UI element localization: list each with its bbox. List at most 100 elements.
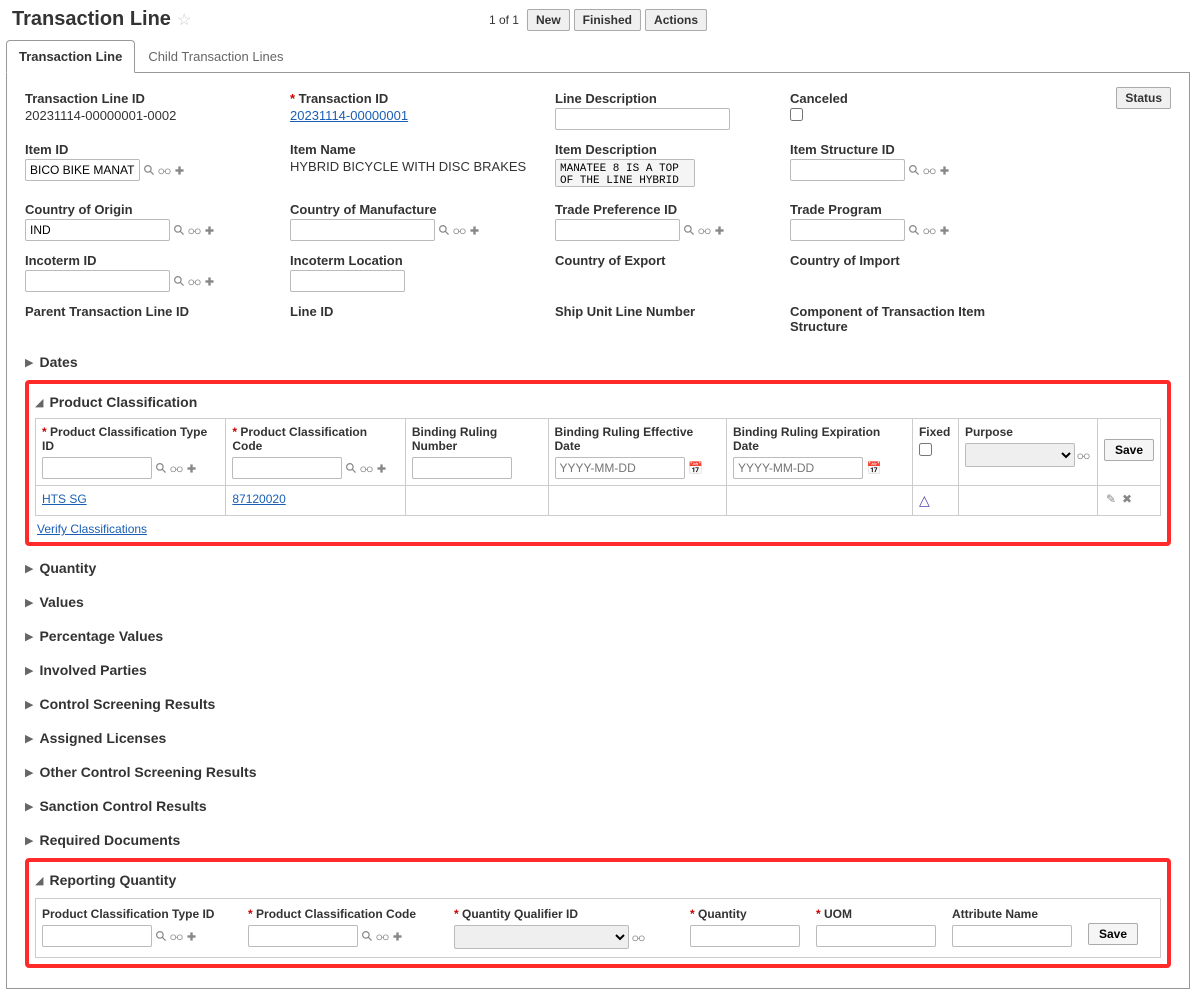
new-button[interactable]: New	[527, 9, 570, 31]
section-values[interactable]: ▶Values	[25, 590, 1171, 614]
collapse-icon: ▶	[25, 664, 33, 677]
plus-icon[interactable]	[937, 223, 951, 237]
glasses-icon[interactable]	[169, 461, 183, 475]
pc-expdate-input[interactable]	[733, 457, 863, 479]
pc-row-code-link[interactable]: 87120020	[232, 492, 285, 506]
verify-classifications-link[interactable]: Verify Classifications	[37, 522, 147, 536]
calendar-icon[interactable]: 📅	[689, 461, 703, 475]
item-desc-input[interactable]: MANATEE 8 IS A TOP OF THE LINE HYBRID	[555, 159, 695, 187]
plus-icon[interactable]	[712, 223, 726, 237]
section-percentage-values[interactable]: ▶Percentage Values	[25, 624, 1171, 648]
plus-icon[interactable]	[467, 223, 481, 237]
plus-icon[interactable]	[374, 461, 388, 475]
pc-col-fixed-label: Fixed	[919, 425, 952, 439]
incoterm-id-input[interactable]	[25, 270, 170, 292]
search-icon[interactable]	[907, 223, 921, 237]
rq-qualifier-label: * Quantity Qualifier ID	[454, 907, 684, 921]
pc-save-button[interactable]: Save	[1104, 439, 1154, 461]
pc-row-type-link[interactable]: HTS SG	[42, 492, 87, 506]
pc-code-input[interactable]	[232, 457, 342, 479]
edit-icon[interactable]: ✎	[1104, 492, 1118, 506]
pc-purpose-select[interactable]	[965, 443, 1075, 467]
tprog-input[interactable]	[790, 219, 905, 241]
glasses-icon[interactable]	[157, 163, 171, 177]
search-icon[interactable]	[437, 223, 451, 237]
rq-uom-input[interactable]	[816, 925, 936, 947]
line-desc-input[interactable]	[555, 108, 730, 130]
rq-quantity-input[interactable]	[690, 925, 800, 947]
glasses-icon[interactable]	[375, 929, 389, 943]
search-icon[interactable]	[360, 929, 374, 943]
search-icon[interactable]	[154, 929, 168, 943]
rq-save-button[interactable]: Save	[1088, 923, 1138, 945]
favorite-star-icon[interactable]: ☆	[177, 10, 191, 30]
section-involved-parties[interactable]: ▶Involved Parties	[25, 658, 1171, 682]
calendar-icon[interactable]: 📅	[867, 461, 881, 475]
search-icon[interactable]	[172, 223, 186, 237]
search-icon[interactable]	[142, 163, 156, 177]
finished-button[interactable]: Finished	[574, 9, 641, 31]
glasses-icon[interactable]	[187, 274, 201, 288]
section-reporting-quantity[interactable]: ◢ Reporting Quantity	[35, 868, 1161, 892]
search-icon[interactable]	[682, 223, 696, 237]
tab-transaction-line[interactable]: Transaction Line	[6, 40, 135, 73]
pc-binding-input[interactable]	[412, 457, 512, 479]
incoterm-id-label: Incoterm ID	[25, 253, 280, 268]
section-assigned-licenses[interactable]: ▶Assigned Licenses	[25, 726, 1171, 750]
section-control-screening[interactable]: ▶Control Screening Results	[25, 692, 1171, 716]
canceled-checkbox[interactable]	[790, 108, 803, 121]
plus-icon[interactable]	[937, 163, 951, 177]
trans-id-link[interactable]: 20231114-00000001	[290, 108, 408, 123]
trans-line-id-label: Transaction Line ID	[25, 91, 280, 106]
coe-label: Country of Export	[555, 253, 780, 268]
section-dates[interactable]: ▶ Dates	[25, 350, 1171, 374]
tpid-input[interactable]	[555, 219, 680, 241]
plus-icon[interactable]	[202, 223, 216, 237]
glasses-icon[interactable]	[359, 461, 373, 475]
glasses-icon[interactable]	[452, 223, 466, 237]
status-button[interactable]: Status	[1116, 87, 1171, 109]
plus-icon[interactable]	[172, 163, 186, 177]
search-icon[interactable]	[154, 461, 168, 475]
search-icon[interactable]	[344, 461, 358, 475]
pc-fixed-checkbox[interactable]	[919, 443, 932, 456]
section-other-control[interactable]: ▶Other Control Screening Results	[25, 760, 1171, 784]
item-id-label: Item ID	[25, 142, 280, 157]
tab-child-transaction-lines[interactable]: Child Transaction Lines	[135, 40, 296, 73]
coo-input[interactable]	[25, 219, 170, 241]
rq-attr-input[interactable]	[952, 925, 1072, 947]
glasses-icon[interactable]	[1077, 448, 1091, 462]
incoterm-loc-input[interactable]	[290, 270, 405, 292]
item-struct-label: Item Structure ID	[790, 142, 1045, 157]
plus-icon[interactable]	[184, 929, 198, 943]
actions-button[interactable]: Actions	[645, 9, 707, 31]
pc-effdate-input[interactable]	[555, 457, 685, 479]
collapse-icon: ▶	[25, 732, 33, 745]
record-counter: 1 of 1	[489, 13, 519, 27]
glasses-icon[interactable]	[187, 223, 201, 237]
section-required-docs[interactable]: ▶Required Documents	[25, 828, 1171, 852]
search-icon[interactable]	[172, 274, 186, 288]
plus-icon[interactable]	[184, 461, 198, 475]
delete-icon[interactable]: ✖	[1120, 492, 1134, 506]
parent-line-label: Parent Transaction Line ID	[25, 304, 280, 319]
plus-icon[interactable]	[390, 929, 404, 943]
section-product-classification[interactable]: ◢ Product Classification	[35, 390, 1161, 414]
rq-qualifier-select[interactable]	[454, 925, 629, 949]
rq-type-input[interactable]	[42, 925, 152, 947]
tpid-label: Trade Preference ID	[555, 202, 780, 217]
pc-type-input[interactable]	[42, 457, 152, 479]
glasses-icon[interactable]	[631, 930, 645, 944]
item-struct-input[interactable]	[790, 159, 905, 181]
plus-icon[interactable]	[202, 274, 216, 288]
section-sanction-control[interactable]: ▶Sanction Control Results	[25, 794, 1171, 818]
item-id-input[interactable]	[25, 159, 140, 181]
glasses-icon[interactable]	[697, 223, 711, 237]
glasses-icon[interactable]	[922, 163, 936, 177]
glasses-icon[interactable]	[922, 223, 936, 237]
com-input[interactable]	[290, 219, 435, 241]
search-icon[interactable]	[907, 163, 921, 177]
section-quantity[interactable]: ▶Quantity	[25, 556, 1171, 580]
glasses-icon[interactable]	[169, 929, 183, 943]
rq-code-input[interactable]	[248, 925, 358, 947]
